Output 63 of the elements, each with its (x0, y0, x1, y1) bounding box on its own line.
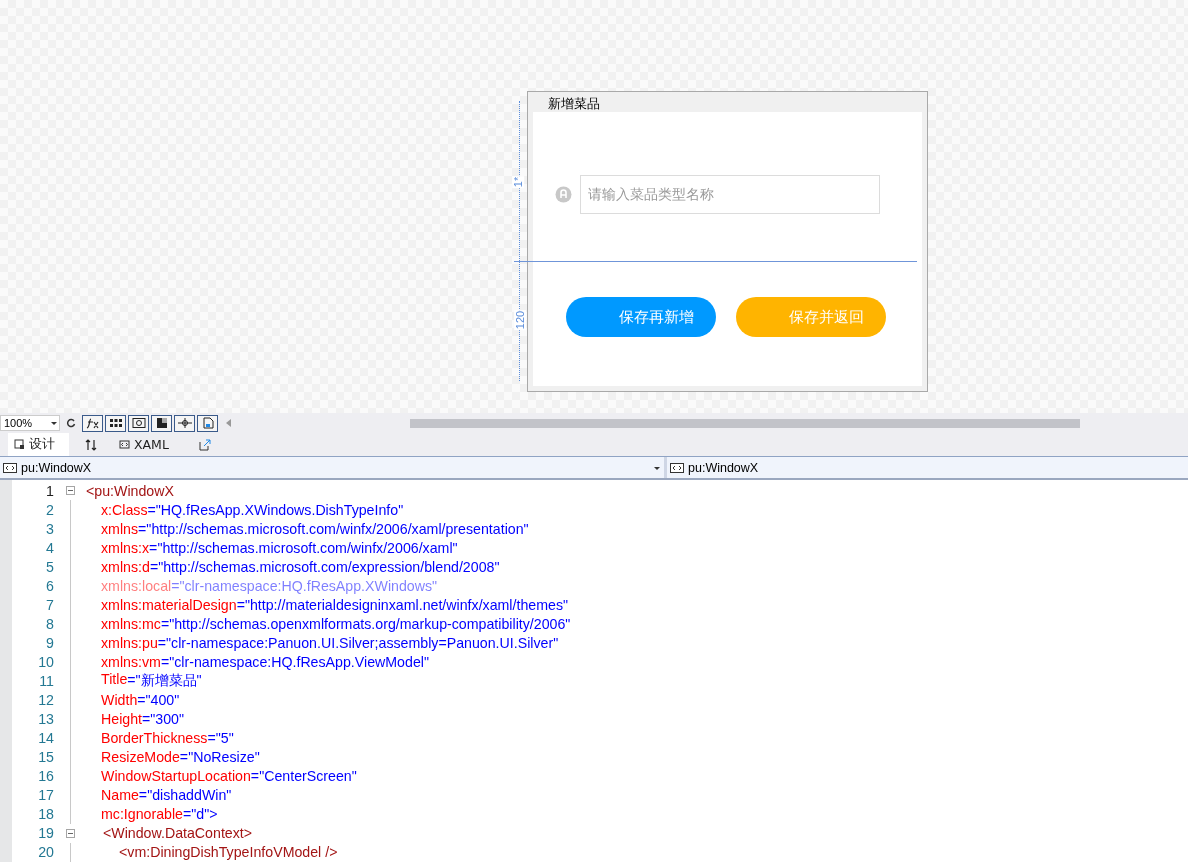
line-number: 4 (45, 539, 54, 556)
line-number: 12 (37, 692, 54, 709)
code-line: xmlns:d="http://schemas.microsoft.com/expression/blend/2008" (100, 558, 500, 575)
element-icon (670, 462, 684, 473)
view-tab[interactable]: XAML (113, 433, 183, 456)
element-selector[interactable]: pu:WindowX (0, 457, 664, 478)
checker-icon[interactable] (151, 414, 172, 432)
line-number: 2 (45, 501, 54, 518)
code-line: BorderThickness="5" (100, 730, 234, 747)
line-number: 1 (45, 482, 54, 499)
line-number: 10 (37, 653, 54, 670)
snap-grid-icon[interactable] (128, 414, 149, 432)
line-number: 11 (38, 673, 54, 689)
formula-button[interactable] (82, 414, 103, 432)
line-number: 6 (45, 577, 54, 594)
code-line: xmlns:materialDesign="http://materialdesigninxaml.net/winfx/xaml/themes" (100, 596, 569, 613)
line-number: 5 (45, 558, 54, 575)
code-line: xmlns:mc="http://schemas.openxmlformats.org/markup-compatibility/2006" (100, 615, 571, 632)
line-number: 9 (45, 634, 54, 651)
code-view-icon (119, 439, 130, 450)
line-number: 7 (45, 596, 54, 613)
element-selector[interactable]: pu:WindowX (667, 457, 1188, 478)
code-line: <pu:WindowX (86, 482, 174, 499)
scrollbar-thumb[interactable] (410, 418, 1080, 428)
design-view-icon (14, 439, 25, 450)
code-line: mc:Ignorable="d"> (100, 806, 218, 823)
document-icon[interactable] (197, 414, 218, 432)
code-line: <Window.DataContext> (102, 825, 253, 842)
element-icon (3, 462, 17, 473)
crosshair-icon[interactable] (174, 414, 195, 432)
code-line: xmlns:vm="clr-namespace:HQ.fResApp.ViewModel" (100, 653, 429, 670)
line-number: 19 (37, 825, 54, 842)
code-line: x:Class="HQ.fResApp.XWindows.DishTypeInfo" (100, 501, 404, 518)
code-line: Width="400" (100, 692, 180, 709)
code-line: xmlns="http://schemas.microsoft.com/winfx/2006/xaml/presentation" (100, 520, 529, 537)
code-line: xmlns:local="clr-namespace:HQ.fResApp.XWindows" (100, 577, 438, 594)
line-number: 3 (45, 520, 54, 537)
row-height-label: 1* (512, 175, 525, 189)
code-line: Name="dishaddWin" (100, 787, 232, 804)
grid-icon[interactable] (105, 414, 126, 432)
code-line: xmlns:x="http://schemas.microsoft.com/winfx/2006/xaml" (100, 539, 458, 556)
line-number: 16 (37, 768, 54, 785)
row-height-label: 120 (514, 309, 527, 331)
code-line: WindowStartupLocation="CenterScreen" (100, 768, 357, 785)
code-line: xmlns:pu="clr-namespace:Panuon.UI.Silver;assembly=Panuon.UI.Silver" (100, 634, 559, 651)
code-line: ResizeMode="NoResize" (100, 749, 260, 766)
line-number: 20 (37, 844, 54, 861)
window-title: 新增菜品 (547, 95, 601, 112)
name-input-field[interactable]: 请输入菜品类型名称 (580, 174, 880, 214)
code-line: <vm:DiningDishTypeInfoVModel /> (118, 844, 338, 861)
zoom-dropdown[interactable]: 100% (0, 415, 60, 431)
view-tab[interactable]: 设计 (8, 433, 69, 456)
line-number: 13 (37, 711, 54, 728)
code-line: Title="新增菜品" (100, 671, 202, 691)
line-number: 18 (37, 806, 54, 823)
line-number: 8 (45, 615, 54, 632)
code-line: Height="300" (100, 711, 185, 728)
collapse-toggle[interactable] (65, 486, 75, 495)
line-number: 17 (37, 787, 54, 804)
line-number: 14 (37, 730, 54, 747)
line-number: 15 (37, 749, 54, 766)
collapse-toggle[interactable] (65, 828, 75, 838)
field-icon (555, 185, 572, 203)
